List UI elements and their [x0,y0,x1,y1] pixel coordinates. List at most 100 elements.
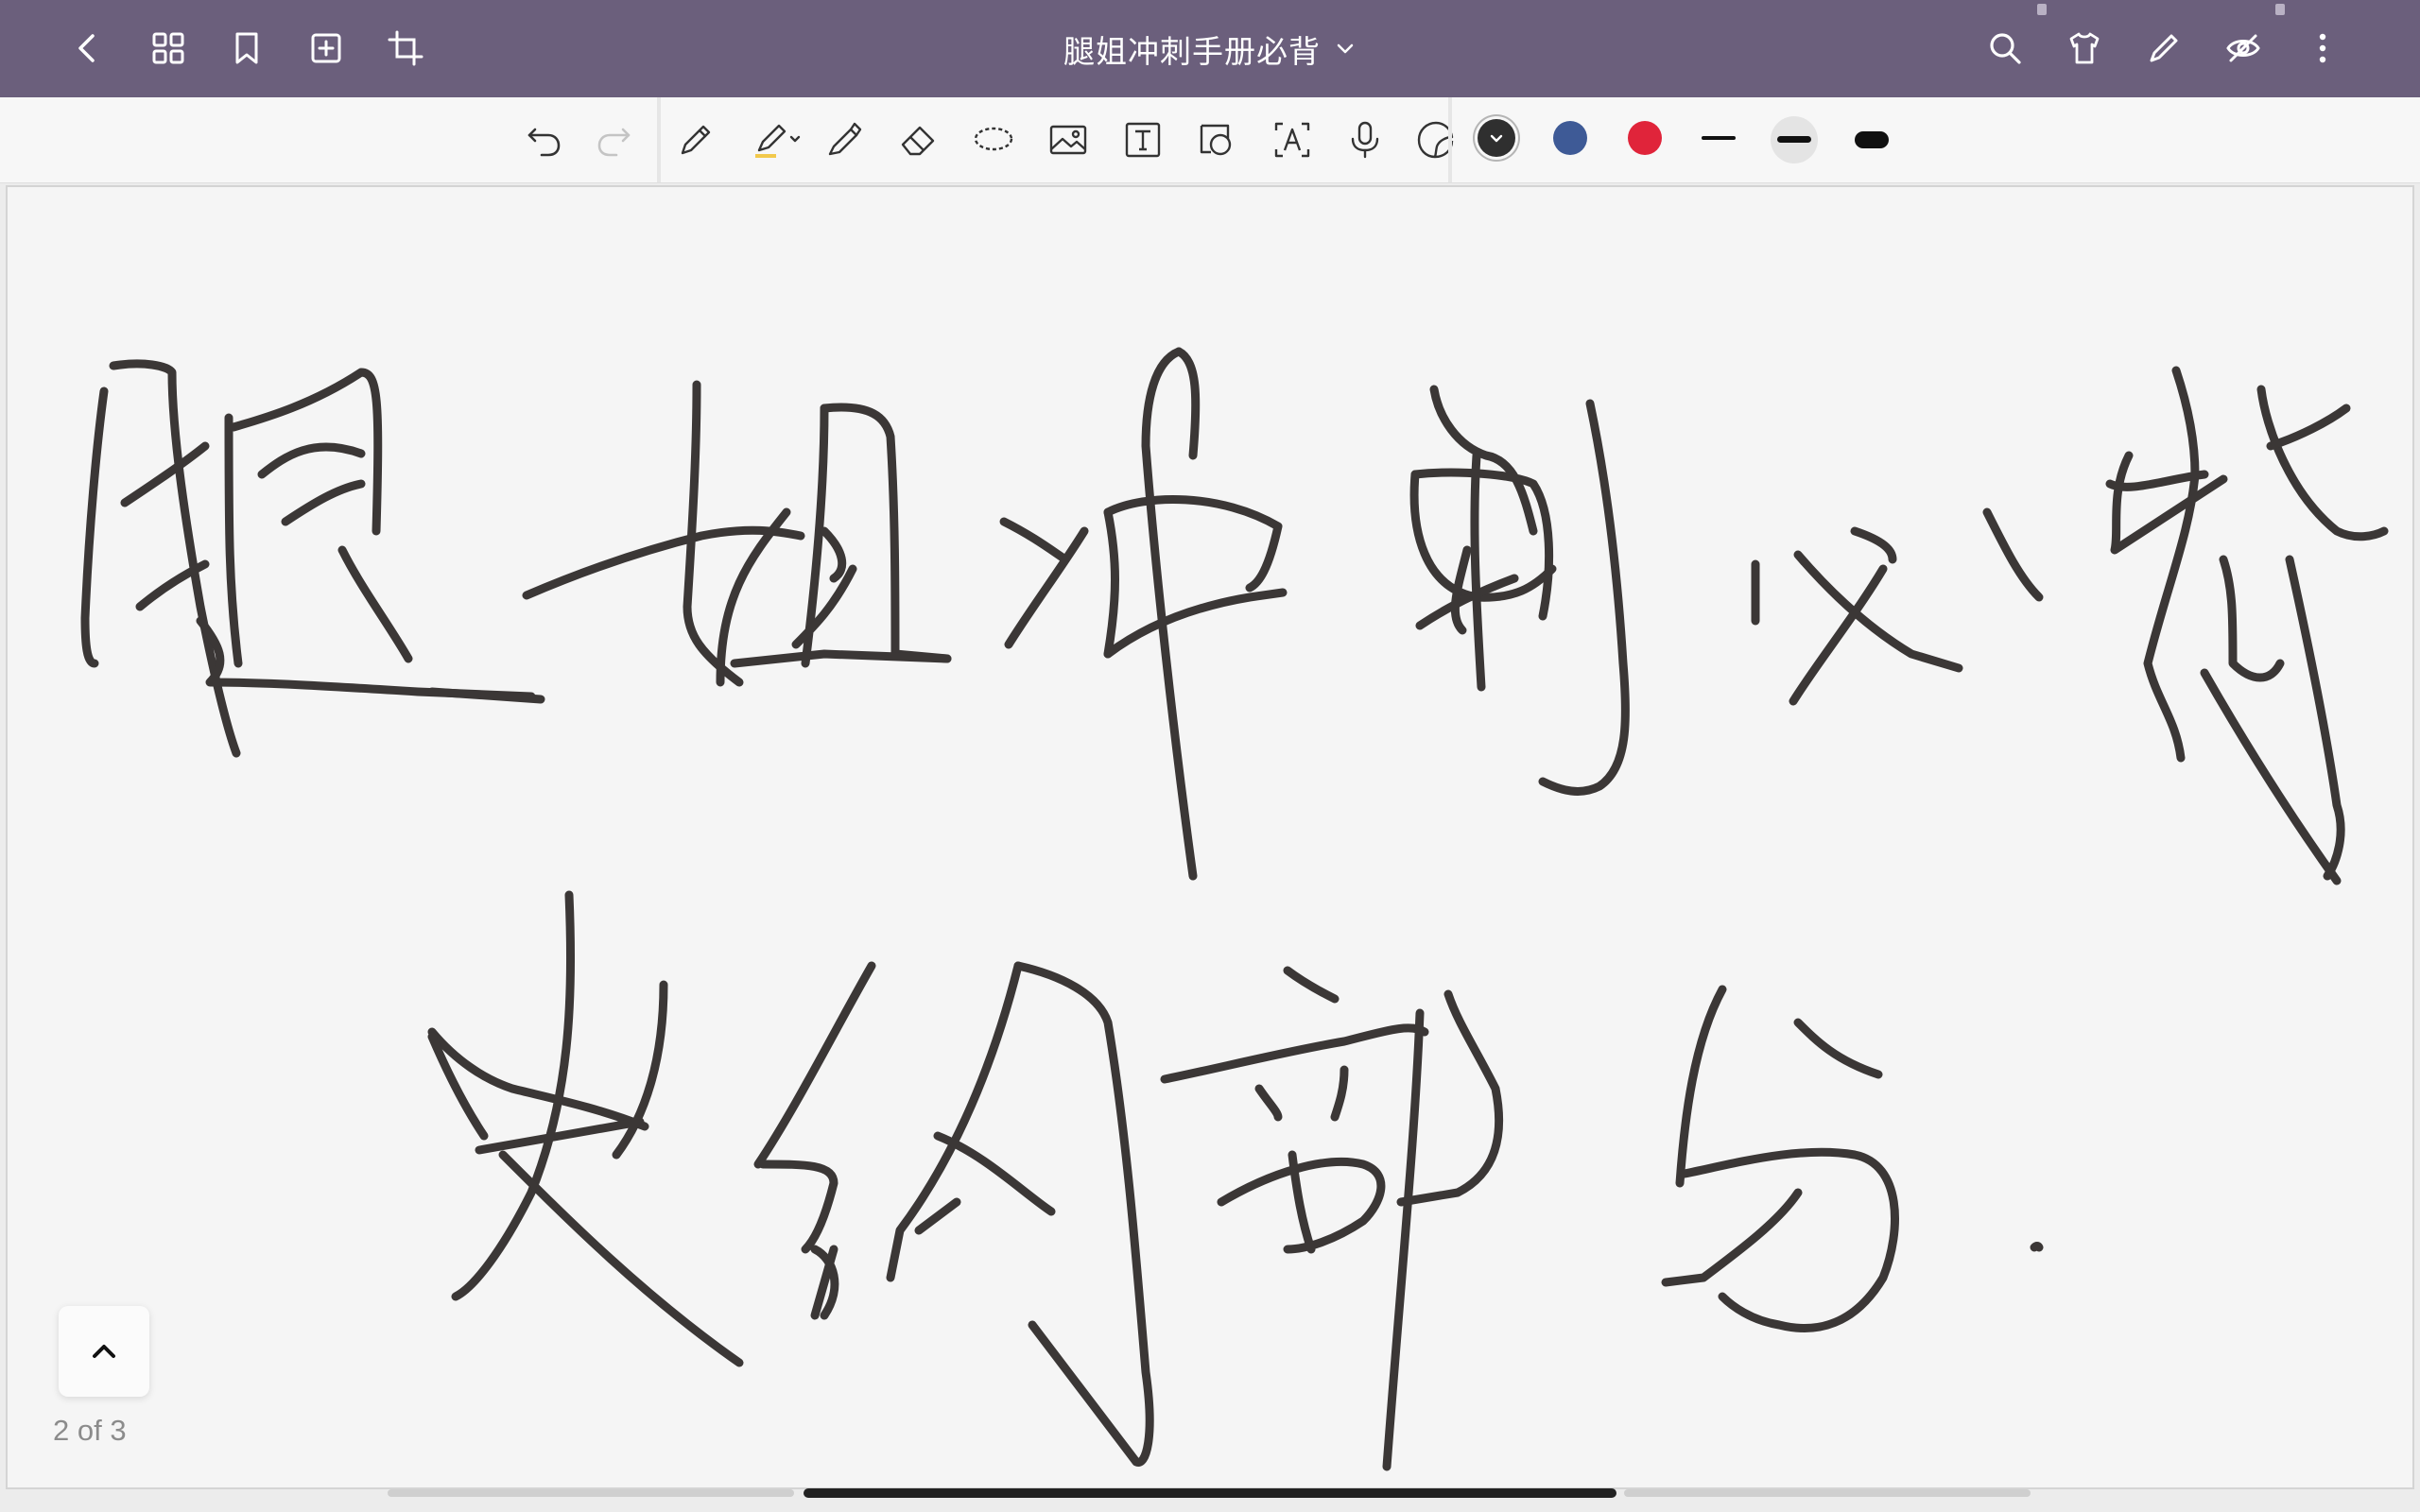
microphone-icon [1351,121,1379,159]
toolbar-divider [1448,97,1452,182]
stroke-thick[interactable] [1855,131,1889,148]
undo-icon [527,128,561,157]
toolbar-divider [657,97,661,182]
ink-stroke [612,980,668,1160]
page-indicator: 2 of 3 [53,1414,127,1447]
ink-stroke [1661,1188,1803,1287]
edit-mode-button[interactable] [2135,19,2193,77]
ink-stroke [427,1027,649,1131]
redo-button[interactable] [584,111,643,169]
ink-stroke [1680,1147,1899,1332]
redo-icon [597,128,631,157]
ink-stroke [2143,366,2200,763]
ink-stroke [224,413,243,668]
highlighter-tool-icon [755,124,801,158]
ink-stroke [1103,588,1288,659]
bookmark-button[interactable] [217,19,276,77]
ink-stroke [1330,1065,1349,1122]
shape-tool[interactable] [1188,111,1247,169]
search-button[interactable] [1976,19,2034,77]
ink-stroke [1382,1008,1425,1471]
text-tool[interactable] [1114,111,1172,169]
lasso-tool-icon [974,127,1013,151]
ink-stroke [281,479,366,526]
ink-stroke [1409,470,1557,602]
ink-stroke [753,961,876,1169]
color-swatch-black[interactable] [1478,119,1515,157]
more-button[interactable] [2293,19,2352,77]
stroke-thin[interactable] [1702,136,1736,140]
ink-stroke [1470,451,1486,692]
ink-stroke [914,1197,961,1235]
ink-stroke [999,517,1070,564]
chevron-up-icon [93,1345,115,1358]
document-title: 腿姐冲刺手册必背 [1063,33,1321,70]
ink-stroke [522,525,805,600]
page-grid-button[interactable] [139,19,198,77]
ink-stroke [1103,494,1283,593]
drawing-toolbar [0,97,2420,211]
ink-stroke [337,545,413,663]
read-only-toggle[interactable] [2214,19,2273,77]
ink-stroke [1789,564,1888,706]
undo-button[interactable] [515,111,574,169]
ink-stroke [120,441,210,507]
eye-off-icon [2226,34,2260,62]
crop-button[interactable] [376,19,435,77]
shirt-icon [2069,32,2100,64]
horizontal-scrollbar-thumb[interactable] [804,1488,1616,1498]
ink-stroke [1160,1023,1429,1084]
chevron-down-icon [1337,43,1354,54]
ink-stroke [196,616,536,701]
ink-stroke [427,1032,489,1141]
ink-stroke [2256,385,2389,541]
ink-stroke [1103,507,1119,659]
ink-stroke [820,526,847,583]
ink-stroke [1254,1084,1283,1122]
ink-stroke [758,1160,838,1254]
voice-tool[interactable] [1336,111,1394,169]
ink-stroke [475,1117,645,1155]
ink-stroke [80,387,109,668]
grid-icon [152,32,184,64]
ink-stroke [2030,1242,2044,1252]
horizontal-scroll-track-left[interactable] [388,1489,794,1497]
highlighter-tool[interactable] [742,111,818,169]
ink-stroke [1675,985,1727,1188]
bookmark-icon [235,32,258,64]
horizontal-scroll-track-right[interactable] [1624,1489,2031,1497]
sticker-tool[interactable] [1407,111,1465,169]
stroke-medium[interactable] [1777,136,1811,143]
ink-stroke [1283,966,1340,1004]
back-button[interactable] [59,19,117,77]
ink-stroke [1174,347,1201,460]
ink-stroke [2266,404,2351,451]
color-swatch-red[interactable] [1628,121,1662,155]
shape-tool-icon [1200,124,1232,156]
pen-tool[interactable] [666,111,725,169]
marker-tool[interactable] [815,111,873,169]
image-tool[interactable] [1039,111,1098,169]
text-tool-icon [1125,122,1161,158]
crop-icon [388,30,424,66]
ink-stroke [1429,385,1538,536]
ink-stroke [2110,451,2228,555]
image-tool-icon [1049,125,1087,155]
add-page-button[interactable] [297,19,355,77]
add-page-icon [311,33,341,63]
text-recognition-tool[interactable] [1263,111,1322,169]
template-button[interactable] [2055,19,2114,77]
color-swatch-blue[interactable] [1553,121,1587,155]
notes-app: 腿姐冲刺手册必背 2 of 3 [0,0,2420,1512]
ink-stroke [109,359,241,758]
ink-stroke [1538,399,1630,796]
pen-tool-icon [681,125,711,155]
note-page[interactable] [6,185,2414,1489]
lasso-tool[interactable] [964,111,1023,169]
scroll-to-top-button[interactable] [59,1306,149,1397]
text-recognition-icon [1274,122,1310,158]
ink-stroke [791,564,857,649]
handwriting-ink[interactable] [8,187,2416,1491]
document-title-dropdown[interactable]: 腿姐冲刺手册必背 [1021,26,1399,72]
eraser-tool[interactable] [890,111,948,169]
